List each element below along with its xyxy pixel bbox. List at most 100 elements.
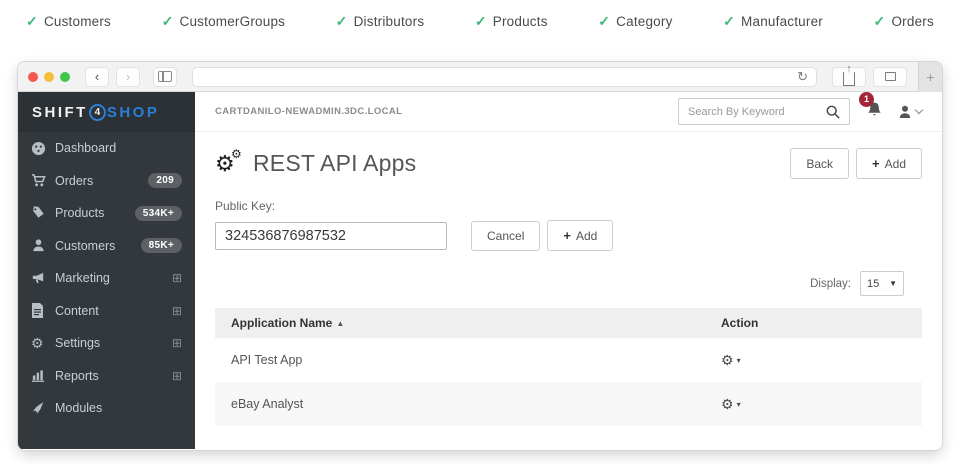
check-icon: ✓ [874,13,886,30]
public-key-form: Public Key: Cancel + Add [195,191,942,251]
chevron-down-icon [915,106,923,114]
status-label: CustomerGroups [180,14,286,29]
minimize-window-button[interactable] [44,72,54,82]
sidebar-toggle-button[interactable] [153,67,177,87]
status-label: Category [616,14,672,29]
zoom-window-button[interactable] [60,72,70,82]
keyword-search[interactable] [678,98,850,125]
status-item-customers: ✓ Customers [26,13,111,30]
display-count-select[interactable]: 15 ▼ [860,271,904,296]
window-controls [28,72,70,82]
sidebar-item-settings[interactable]: ⚙ Settings ⊞ [18,327,195,360]
sidebar-item-content[interactable]: Content ⊞ [18,295,195,328]
document-icon [31,303,55,318]
gear-icon: ⚙ [721,352,734,369]
expand-icon[interactable]: ⊞ [172,304,182,318]
check-icon: ✓ [336,13,348,30]
caret-down-icon: ▾ [737,356,741,365]
person-icon [31,238,55,253]
row-action-menu-button[interactable]: ⚙ ▾ [721,352,906,369]
sidebar-item-reports[interactable]: Reports ⊞ [18,360,195,393]
logo-4-icon: 4 [89,104,106,121]
column-action: Action [721,316,906,330]
tabs-icon [885,72,896,81]
logo-text-shift: SHIFT [32,104,88,121]
sidebar-item-marketing[interactable]: Marketing ⊞ [18,262,195,295]
caret-down-icon: ▾ [737,400,741,409]
sidebar-item-label: Content [55,304,99,318]
show-tabs-button[interactable] [873,67,907,87]
confirm-add-button[interactable]: + Add [547,220,613,251]
notification-count-badge: 1 [859,92,874,107]
expand-icon[interactable]: ⊞ [172,369,182,383]
test-status-bar: ✓ Customers ✓ CustomerGroups ✓ Distribut… [0,0,960,42]
row-action-menu-button[interactable]: ⚙ ▾ [721,396,906,413]
megaphone-icon [31,271,55,286]
status-label: Manufacturer [741,14,823,29]
back-button-page[interactable]: Back [790,148,849,179]
new-tab-button[interactable]: + [918,62,942,92]
sidebar-item-label: Dashboard [55,141,116,155]
check-icon: ✓ [723,13,735,30]
column-application-name[interactable]: Application Name ▲ [231,316,721,330]
sidebar-item-products[interactable]: Products 534K+ [18,197,195,230]
cancel-button[interactable]: Cancel [471,221,540,251]
sidebar-item-dashboard[interactable]: Dashboard [18,132,195,165]
plus-icon: + [563,228,571,243]
search-input[interactable] [688,106,826,118]
check-icon: ✓ [598,13,610,30]
sidebar-item-customers[interactable]: Customers 85K+ [18,230,195,263]
status-label: Customers [44,14,111,29]
logo-text-shop: SHOP [107,104,160,121]
display-count-row: Display: 15 ▼ [195,251,942,302]
rocket-icon [31,401,55,416]
notifications-button[interactable]: 1 [866,101,883,123]
sidebar-item-label: Customers [55,239,115,253]
sidebar-item-orders[interactable]: Orders 209 [18,165,195,198]
caret-down-icon: ▼ [889,279,897,288]
customers-count-badge: 85K+ [141,238,182,253]
user-icon [897,104,913,120]
forward-button[interactable]: › [116,67,140,87]
status-item-products: ✓ Products [475,13,548,30]
share-icon [843,72,855,86]
sort-asc-icon: ▲ [336,319,344,328]
sidebar-item-modules[interactable]: Modules [18,392,195,425]
refresh-icon[interactable]: ↻ [797,69,808,85]
display-label: Display: [810,278,851,290]
store-domain: CARTDANILO-NEWADMIN.3DC.LOCAL [215,106,402,117]
admin-sidebar: SHIFT 4 SHOP Dashboard Orders 209 [18,92,195,449]
check-icon: ✓ [475,13,487,30]
display-count-value: 15 [867,278,879,290]
products-count-badge: 534K+ [135,206,182,221]
browser-window: ‹ › ↻ + SHIFT 4 SHOP [18,62,942,450]
back-button[interactable]: ‹ [85,67,109,87]
table-header: Application Name ▲ Action [215,308,922,338]
page-title-row: ⚙ ⚙ REST API Apps Back + Add [195,132,942,191]
shift4shop-logo[interactable]: SHIFT 4 SHOP [18,92,195,132]
cart-icon [31,173,55,188]
gear-icon: ⚙ [721,396,734,413]
status-item-customergroups: ✓ CustomerGroups [162,13,286,30]
plus-icon: + [926,69,934,85]
sidebar-item-label: Orders [55,174,93,188]
sidebar-item-label: Reports [55,369,99,383]
public-key-label: Public Key: [215,199,922,213]
back-icon: ‹ [95,69,99,84]
add-app-button[interactable]: + Add [856,148,922,179]
public-key-input[interactable] [215,222,447,250]
close-window-button[interactable] [28,72,38,82]
share-button[interactable] [832,67,866,87]
expand-icon[interactable]: ⊞ [172,271,182,285]
plus-icon: + [872,156,880,171]
gears-icon: ⚙ [31,335,55,352]
user-menu-button[interactable] [897,104,922,120]
sidebar-item-label: Settings [55,336,100,350]
table-row: eBay Analyst ⚙ ▾ [215,382,922,426]
check-icon: ✓ [162,13,174,30]
status-item-category: ✓ Category [598,13,672,30]
search-icon[interactable] [826,105,840,119]
address-bar[interactable]: ↻ [192,67,817,87]
main-content: CARTDANILO-NEWADMIN.3DC.LOCAL 1 ⚙ ⚙ [195,92,942,449]
expand-icon[interactable]: ⊞ [172,336,182,350]
